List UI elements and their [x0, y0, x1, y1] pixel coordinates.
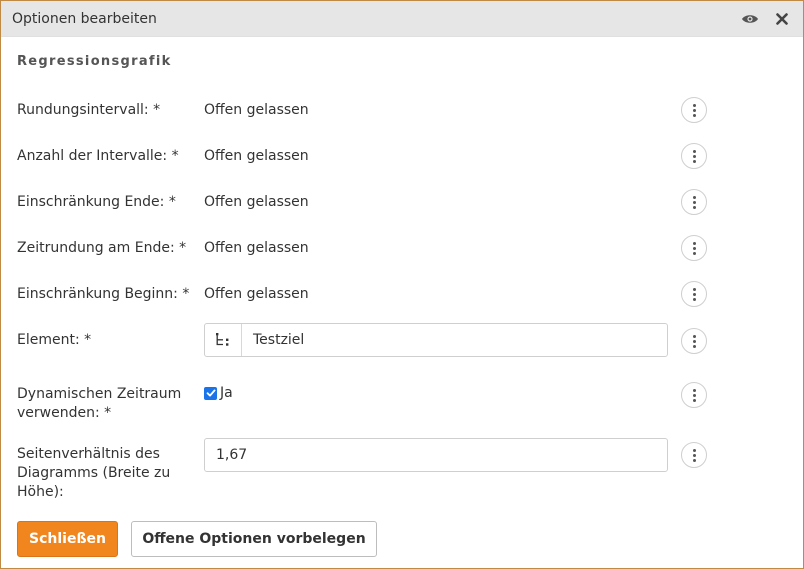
option-value: Offen gelassen	[204, 102, 309, 118]
more-options-button[interactable]	[681, 143, 707, 169]
eye-icon[interactable]	[739, 8, 761, 30]
more-options-button[interactable]	[681, 235, 707, 261]
dialog-title: Optionen bearbeiten	[12, 10, 157, 27]
element-value: Testziel	[253, 332, 305, 348]
option-label: Einschränkung Beginn: *	[17, 286, 190, 302]
more-options-button[interactable]	[681, 97, 707, 123]
option-row-seitenverhaeltnis: Seitenverhältnis des Diagramms (Breite z…	[17, 438, 717, 504]
option-row-element: Element: * Testziel	[17, 323, 717, 359]
more-options-button[interactable]	[681, 189, 707, 215]
option-label: Element: *	[17, 332, 92, 348]
more-options-button[interactable]	[681, 442, 707, 468]
close-button[interactable]: Schließen	[17, 521, 118, 557]
more-options-button[interactable]	[681, 328, 707, 354]
option-row-einschraenkung-beginn: Einschränkung Beginn: * Offen gelassen	[17, 281, 717, 311]
option-value: Offen gelassen	[204, 240, 309, 256]
options-dialog: Optionen bearbeiten Regressionsgrafik Ru…	[0, 0, 804, 569]
more-options-button[interactable]	[681, 382, 707, 408]
option-value: Offen gelassen	[204, 148, 309, 164]
option-row-rundungsintervall: Rundungsintervall: * Offen gelassen	[17, 97, 717, 127]
option-label: Anzahl der Intervalle: *	[17, 148, 179, 164]
ratio-value: 1,67	[216, 447, 248, 463]
option-label: Rundungsintervall: *	[17, 102, 161, 118]
option-row-zeitrundung-ende: Zeitrundung am Ende: * Offen gelassen	[17, 235, 717, 265]
option-row-anzahl-intervalle: Anzahl der Intervalle: * Offen gelassen	[17, 143, 717, 173]
checkbox-label: Ja	[220, 385, 233, 401]
close-icon[interactable]	[771, 8, 793, 30]
element-selector[interactable]: Testziel	[204, 323, 668, 357]
option-row-dynamischer-zeitraum: Dynamischen Zeitraum verwenden: * Ja	[17, 382, 717, 425]
section-title: Regressionsgrafik	[17, 54, 172, 69]
option-label: Einschränkung Ende: *	[17, 194, 176, 210]
tree-icon[interactable]	[205, 324, 242, 356]
more-options-button[interactable]	[681, 281, 707, 307]
prefill-options-button[interactable]: Offene Optionen vorbelegen	[131, 521, 377, 557]
dialog-titlebar: Optionen bearbeiten	[1, 1, 803, 37]
option-value: Offen gelassen	[204, 286, 309, 302]
option-label: Zeitrundung am Ende: *	[17, 240, 187, 256]
dynamic-checkbox[interactable]	[204, 386, 217, 400]
option-label: Seitenverhältnis des Diagramms (Breite z…	[17, 446, 171, 500]
dynamic-checkbox-group[interactable]: Ja	[204, 385, 233, 401]
ratio-input[interactable]: 1,67	[204, 438, 668, 472]
option-row-einschraenkung-ende: Einschränkung Ende: * Offen gelassen	[17, 189, 717, 219]
option-label: Dynamischen Zeitraum verwenden: *	[17, 386, 182, 421]
option-value: Offen gelassen	[204, 194, 309, 210]
